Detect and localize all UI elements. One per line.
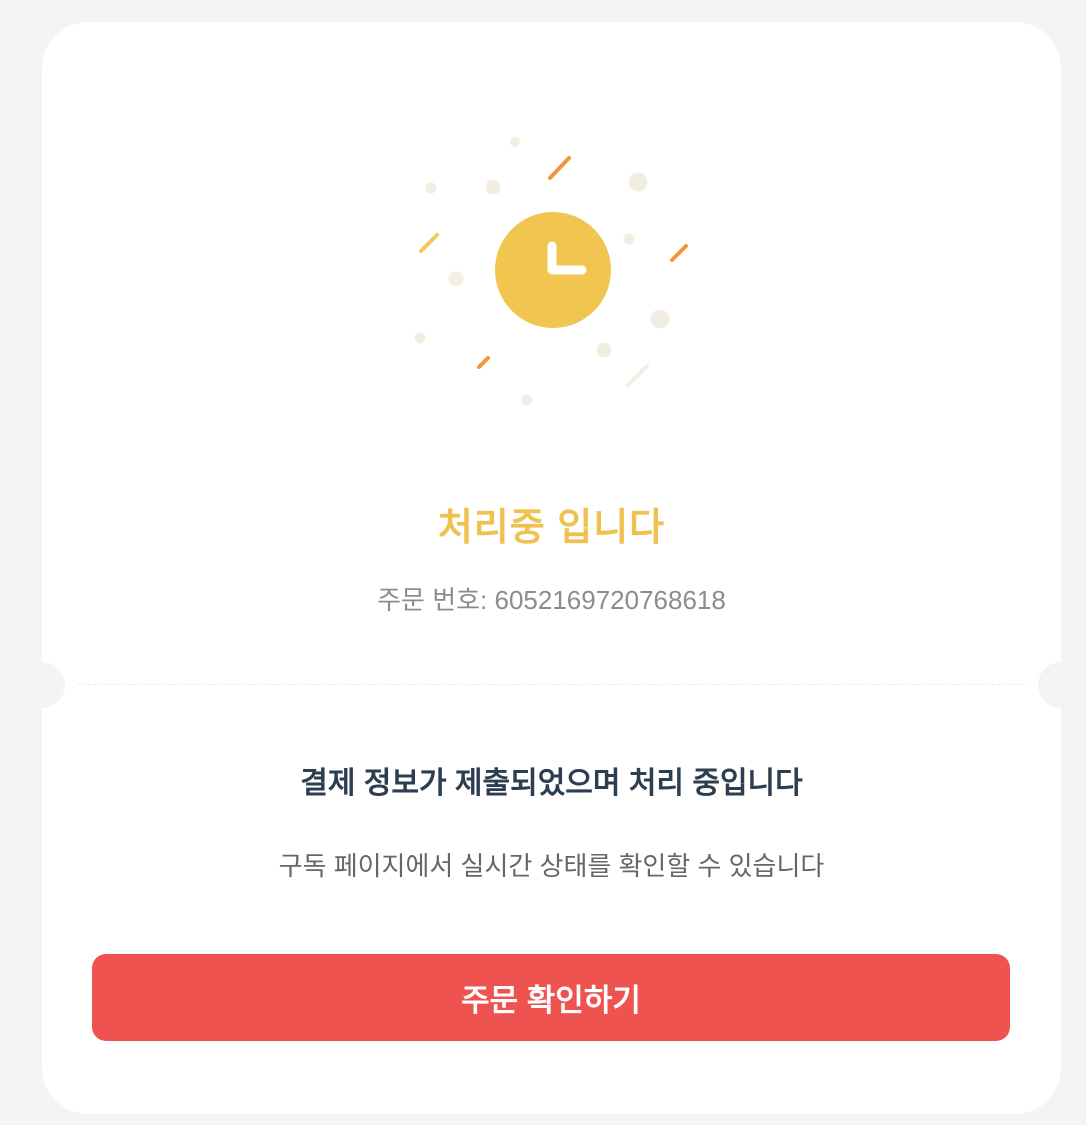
message-title: 결제 정보가 제출되었으며 처리 중입니다: [300, 767, 803, 800]
order-number: 주문 번호: 6052169720768618: [377, 585, 726, 615]
result-card: 처리중 입니다 주문 번호: 6052169720768618 결제 정보가 제…: [19, 22, 1084, 1114]
confirm-order-button[interactable]: 주문 확인하기: [92, 954, 1010, 1041]
clock-icon: [495, 212, 611, 328]
ticket-notch-right: [1038, 662, 1084, 708]
dashed-divider: [78, 684, 1025, 685]
status-title: 처리중 입니다: [437, 507, 666, 549]
ticket-notch-left: [19, 662, 65, 708]
message-description: 구독 페이지에서 실시간 상태를 확인할 수 있습니다: [278, 851, 825, 881]
processing-illustration: [414, 137, 688, 406]
